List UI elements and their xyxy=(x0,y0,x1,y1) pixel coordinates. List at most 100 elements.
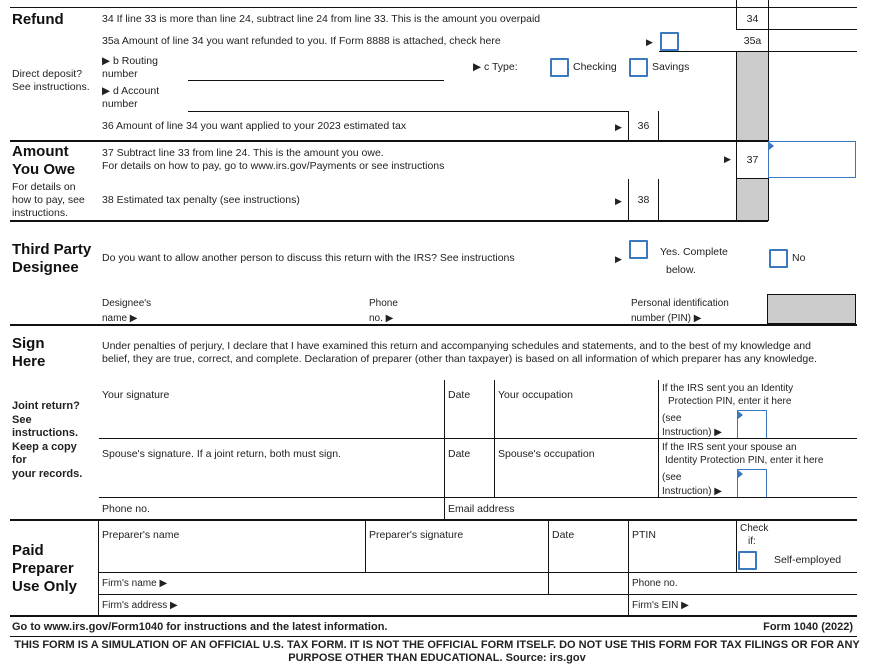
your-occupation-label: Your occupation xyxy=(498,389,573,401)
check-if-label: Check if: xyxy=(740,522,768,548)
note-line: your records. xyxy=(12,467,83,480)
label-line: Designee's xyxy=(102,298,152,309)
footer-rule xyxy=(10,636,857,637)
savings-checkbox[interactable] xyxy=(629,58,648,77)
spouse-date-label: Date xyxy=(448,448,471,460)
line-38-amount-field[interactable] xyxy=(660,180,735,220)
line-35a-text: 35a Amount of line 34 you want refunded … xyxy=(102,35,501,47)
divider xyxy=(494,380,495,498)
label-line: Personal identification xyxy=(631,298,729,309)
preparer-name-label: Preparer's name xyxy=(102,529,180,541)
arrow-icon: ▶ xyxy=(615,254,622,264)
checking-checkbox[interactable] xyxy=(550,58,569,77)
account-label: ▶ d Account number xyxy=(102,85,159,111)
routing-underline xyxy=(188,80,444,81)
section-divider xyxy=(10,615,857,617)
required-marker-icon xyxy=(738,411,743,419)
account-number-input[interactable] xyxy=(188,92,628,110)
firm-name-input[interactable] xyxy=(175,573,545,593)
firm-address-input[interactable] xyxy=(190,595,625,615)
section-divider xyxy=(10,140,768,142)
spouse-signature-input[interactable] xyxy=(100,462,443,496)
account-underline xyxy=(188,111,628,112)
divider xyxy=(98,519,99,616)
designee-no-checkbox[interactable] xyxy=(769,249,788,268)
line-34-amount-field[interactable] xyxy=(770,8,856,29)
heading-line: Third Party xyxy=(12,241,92,258)
designee-yes-label: Yes. Complete below. xyxy=(660,243,728,279)
designee-phone-input[interactable] xyxy=(405,296,625,324)
label-line: If the IRS sent your spouse an xyxy=(662,442,797,453)
designee-name-input[interactable] xyxy=(160,296,360,324)
divider xyxy=(628,520,629,616)
footer-instructions: Go to www.irs.gov/Form1040 for instructi… xyxy=(12,621,388,633)
self-employed-label: Self-employed xyxy=(774,554,842,566)
divider xyxy=(736,51,737,141)
note-line: See instructions. xyxy=(12,81,90,93)
routing-label: ▶ b Routing number xyxy=(102,55,158,81)
designee-name-label: Designee's name ▶ xyxy=(102,296,151,326)
firm-phone-input[interactable] xyxy=(685,573,855,593)
preparer-date-label: Date xyxy=(552,529,575,541)
designee-pin-input[interactable] xyxy=(767,294,856,324)
spouse-see-instruction: (see Instruction) ▶ xyxy=(662,471,722,499)
line-36-amount-field[interactable] xyxy=(660,112,735,140)
arrow-icon: ▶ xyxy=(646,37,653,47)
line-35a-amount-field[interactable] xyxy=(770,30,856,50)
preparer-signature-input[interactable] xyxy=(367,543,545,571)
preparer-date-input[interactable] xyxy=(550,543,626,571)
note-line: for xyxy=(12,454,27,466)
shaded-cell xyxy=(737,179,768,220)
section-divider xyxy=(10,220,768,222)
self-employed-checkbox[interactable] xyxy=(738,551,757,570)
divider xyxy=(548,520,549,594)
line-37-amount-input[interactable] xyxy=(768,141,856,178)
divider xyxy=(658,179,659,221)
phone-input[interactable] xyxy=(150,499,440,518)
your-signature-input[interactable] xyxy=(100,403,443,437)
your-occupation-input[interactable] xyxy=(496,403,656,437)
note-line: Direct deposit? xyxy=(12,68,83,80)
arrow-icon: ▶ xyxy=(724,154,731,164)
form-identifier: Form 1040 (2022) xyxy=(763,621,853,633)
firm-name-label: Firm's name ▶ xyxy=(102,578,168,589)
routing-number-input[interactable] xyxy=(188,62,444,80)
preparer-signature-label: Preparer's signature xyxy=(369,529,464,541)
account-label-line2: number xyxy=(102,98,138,110)
checking-label: Checking xyxy=(573,61,617,73)
spouse-date-input[interactable] xyxy=(446,462,492,496)
line-38-text: 38 Estimated tax penalty (see instructio… xyxy=(102,194,300,206)
email-input[interactable] xyxy=(520,499,855,518)
heading-line: Use Only xyxy=(12,578,78,595)
note-line: instructions. xyxy=(12,427,79,439)
disclaimer: THIS FORM IS A SIMULATION OF AN OFFICIAL… xyxy=(0,639,874,665)
designee-yes-checkbox[interactable] xyxy=(629,240,648,259)
line-34-number: 34 xyxy=(746,13,759,25)
divider xyxy=(444,497,445,519)
divider xyxy=(99,497,857,498)
yes-label-line1: Yes. Complete xyxy=(660,246,728,258)
note-line: Keep a copy xyxy=(12,440,77,453)
your-signature-label: Your signature xyxy=(102,389,170,401)
savings-label: Savings xyxy=(652,61,690,73)
firm-ein-input[interactable] xyxy=(695,595,855,615)
line-37-text: 37 Subtract line 33 from line 24. This i… xyxy=(102,147,444,173)
label-line: If the IRS sent you an Identity xyxy=(662,383,794,394)
joint-return-note: Joint return? See instructions. Keep a c… xyxy=(12,400,82,481)
heading-line: Preparer xyxy=(12,560,74,577)
routing-label-line2: number xyxy=(102,68,138,80)
direct-deposit-note: Direct deposit? See instructions. xyxy=(12,68,90,94)
divider xyxy=(99,438,857,439)
phone-label: Phone no. xyxy=(102,503,150,515)
your-see-instruction: (see Instruction) ▶ xyxy=(662,412,722,440)
preparer-name-input[interactable] xyxy=(100,543,362,571)
preparer-heading: Paid Preparer Use Only xyxy=(12,542,77,596)
section-divider xyxy=(10,519,857,521)
ptin-input[interactable] xyxy=(630,543,734,571)
shaded-cell xyxy=(737,52,768,141)
spouse-occupation-input[interactable] xyxy=(496,462,656,496)
divider xyxy=(98,0,99,141)
your-date-input[interactable] xyxy=(446,403,492,437)
spouse-signature-label: Spouse's signature. If a joint return, b… xyxy=(102,448,341,460)
form-8888-checkbox[interactable] xyxy=(660,32,679,51)
